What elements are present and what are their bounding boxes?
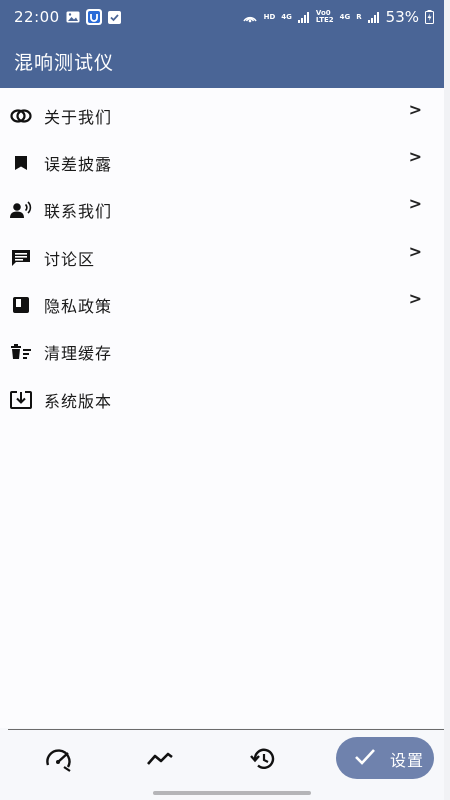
check-icon: [354, 747, 376, 771]
battery-charging-icon: [425, 10, 434, 24]
status-bar: 22:00 HD 4G Vo0 LTE2 4G R 53%: [0, 0, 444, 34]
menu-item-contact-us[interactable]: 联系我们 >: [0, 186, 444, 234]
chevron-right-icon: >: [408, 194, 422, 213]
bottom-nav: 设置: [0, 730, 444, 790]
screen-edge: [444, 0, 450, 800]
status-right: HD 4G Vo0 LTE2 4G R 53%: [242, 8, 434, 26]
status-time: 22:00: [14, 8, 60, 26]
chevron-right-icon: >: [408, 147, 422, 166]
clear-cache-icon: [10, 341, 32, 363]
signal-icon-2: [367, 11, 380, 23]
menu-label-discussion: 讨论区: [44, 250, 96, 269]
download-box-icon: [10, 389, 32, 411]
menu-item-about-us[interactable]: 关于我们 >: [0, 92, 444, 140]
network-4g-label-2: 4G: [339, 12, 351, 21]
network-roaming-label: R: [356, 12, 362, 21]
app-title: 混响测试仪: [14, 52, 115, 74]
menu-label-privacy-policy: 隐私政策: [44, 297, 113, 316]
settings-fab-label: 设置: [390, 751, 425, 770]
gallery-icon: [66, 11, 80, 23]
menu-item-system-version[interactable]: 系统版本: [0, 376, 444, 424]
signal-icon-1: [297, 11, 310, 23]
battery-percent: 53%: [385, 8, 419, 26]
nav-gauge-button[interactable]: [42, 744, 76, 778]
menu-item-privacy-policy[interactable]: 隐私政策 >: [0, 281, 444, 329]
bookmark-icon: [10, 152, 32, 174]
contact-voice-icon: [10, 199, 32, 221]
volte-group: Vo0 LTE2: [316, 10, 334, 24]
book-icon: [10, 294, 32, 316]
menu-item-discussion[interactable]: 讨论区 >: [0, 234, 444, 282]
status-left: 22:00: [14, 8, 121, 26]
chevron-right-icon: >: [408, 100, 422, 119]
screen: 22:00 HD 4G Vo0 LTE2 4G R 53% 混响测试仪 关于我们…: [0, 0, 450, 800]
rings-icon: [10, 105, 32, 127]
checkbox-notification-icon: [107, 10, 121, 24]
menu-label-contact-us: 联系我们: [44, 202, 113, 221]
menu-label-clear-cache: 清理缓存: [44, 344, 113, 363]
menu-label-system-version: 系统版本: [44, 392, 113, 411]
nav-history-button[interactable]: [246, 744, 280, 778]
menu-label-about-us: 关于我们: [44, 108, 113, 127]
settings-fab-button[interactable]: 设置: [336, 737, 434, 779]
message-icon: [10, 247, 32, 269]
app-shield-icon: [85, 9, 102, 25]
menu-label-error-disclosure: 误差披露: [44, 155, 113, 174]
menu-item-error-disclosure[interactable]: 误差披露 >: [0, 139, 444, 187]
network-lte2-label: LTE2: [315, 16, 334, 24]
gauge-icon: [44, 745, 74, 777]
trend-icon: [146, 751, 174, 771]
nav-trend-button[interactable]: [143, 744, 177, 778]
chevron-right-icon: >: [408, 289, 422, 308]
network-4g-label: 4G: [281, 12, 292, 21]
chevron-right-icon: >: [408, 242, 422, 261]
history-icon: [250, 747, 276, 775]
settings-content: 关于我们 > 误差披露 > 联系我们 > 讨论区 > 隐私政策 > 清理缓存 系…: [0, 88, 444, 728]
home-indicator[interactable]: [153, 791, 311, 795]
hotspot-icon: [242, 11, 258, 23]
menu-item-clear-cache[interactable]: 清理缓存: [0, 328, 444, 376]
network-hd-label: HD: [263, 12, 276, 21]
header: 22:00 HD 4G Vo0 LTE2 4G R 53% 混响测试仪: [0, 0, 444, 88]
